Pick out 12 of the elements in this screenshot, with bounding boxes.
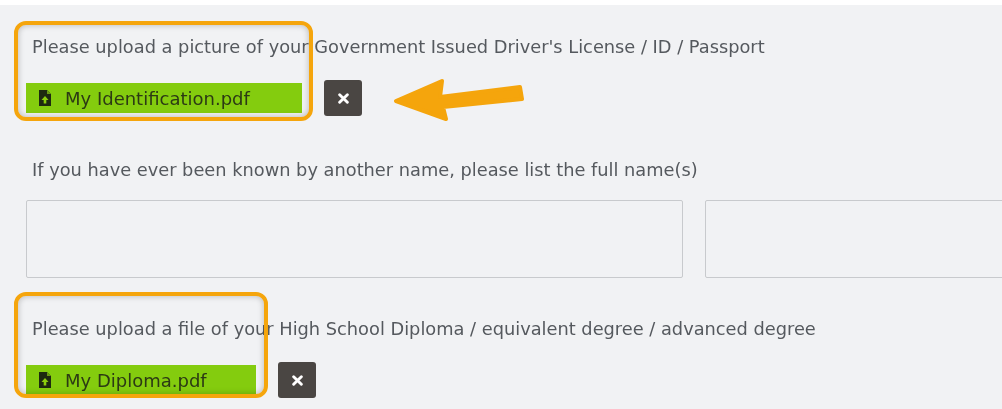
name-input-field[interactable] [705, 200, 1002, 278]
field-label: If you have ever been known by another name, please list the full name(s) [31, 158, 699, 182]
remove-button[interactable] [324, 80, 362, 116]
file-link[interactable]: My Identification.pdf [26, 83, 302, 113]
close-icon [291, 374, 303, 386]
name-input-field[interactable] [26, 200, 683, 278]
file-upload-icon [39, 90, 51, 106]
file-link[interactable]: My Diploma.pdf [26, 365, 256, 395]
field-label: Please upload a picture of your Government Issued Driver's License / ID / Passport [31, 35, 766, 59]
close-icon [337, 92, 349, 104]
remove-button[interactable] [278, 362, 316, 398]
file-upload-icon [39, 372, 51, 388]
